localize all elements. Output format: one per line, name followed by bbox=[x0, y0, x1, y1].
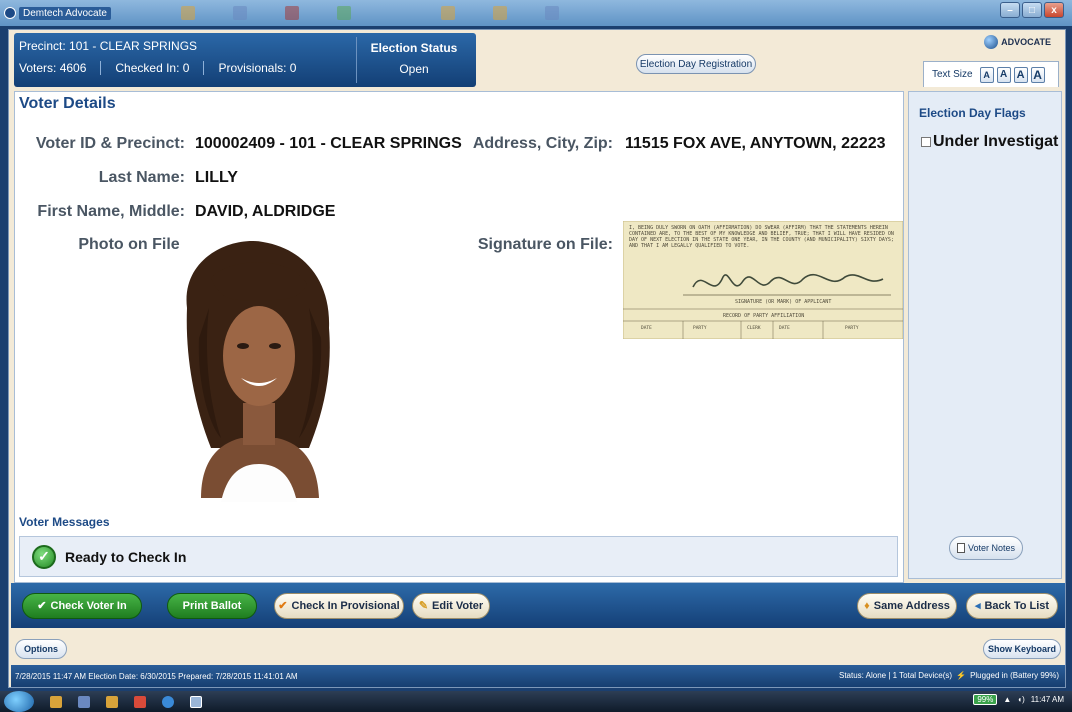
precinct-label: Precinct: 101 - CLEAR SPRINGS bbox=[19, 39, 198, 53]
voter-details-title: Voter Details bbox=[19, 95, 116, 112]
text-size-xlarge-button[interactable]: A bbox=[1030, 66, 1045, 83]
status-power-text: Plugged in (Battery 99%) bbox=[970, 671, 1059, 680]
voter-messages-label: Voter Messages bbox=[19, 515, 110, 529]
network-icon[interactable]: ▲ bbox=[1003, 695, 1011, 704]
signature-caption: SIGNATURE (OR MARK) OF APPLICANT bbox=[735, 299, 831, 305]
provisionals-count: Provisionals: 0 bbox=[218, 61, 297, 75]
election-status-label: Election Status bbox=[370, 41, 458, 55]
taskbar-app-icon[interactable] bbox=[134, 695, 146, 708]
election-day-flags-panel: Election Day Flags Under Investigat Vote… bbox=[908, 91, 1062, 579]
taskbar-app-icon[interactable] bbox=[50, 695, 62, 708]
voter-notes-button[interactable]: Voter Notes bbox=[949, 536, 1023, 560]
first-name-value: DAVID, ALDRIDGE bbox=[195, 203, 336, 220]
blurred-icon bbox=[284, 6, 299, 20]
party-col-header: DATE bbox=[779, 325, 790, 331]
voter-id-label: Voter ID & Precinct: bbox=[35, 135, 185, 152]
blurred-icon bbox=[232, 6, 247, 20]
flag-under-investigation[interactable]: Under Investigat bbox=[921, 133, 1058, 151]
pencil-icon: ✎ bbox=[418, 600, 429, 612]
party-col-header: PARTY bbox=[693, 325, 707, 331]
show-keyboard-button[interactable]: Show Keyboard bbox=[983, 639, 1061, 659]
window-titlebar: Demtech Advocate – □ x bbox=[0, 0, 1072, 26]
voter-message-text: Ready to Check In bbox=[65, 548, 187, 565]
taskbar-app-icon[interactable] bbox=[106, 695, 118, 708]
blurred-icon bbox=[336, 6, 351, 20]
blurred-icon bbox=[180, 6, 195, 20]
first-name-label: First Name, Middle: bbox=[37, 203, 185, 220]
check-voter-in-button[interactable]: ✔ Check Voter In bbox=[22, 592, 142, 619]
action-bar: ✔ Check Voter In Print Ballot ✔ Check In… bbox=[11, 583, 1065, 628]
flag-checkbox[interactable] bbox=[921, 137, 931, 147]
start-button[interactable] bbox=[4, 691, 34, 712]
back-arrow-icon: ◂ bbox=[974, 600, 981, 612]
check-in-provisional-button[interactable]: ✔ Check In Provisional bbox=[274, 592, 404, 619]
address-value: 11515 FOX AVE, ANYTOWN, 22223 bbox=[625, 135, 886, 152]
voter-message-box: ✓ Ready to Check In bbox=[19, 536, 898, 577]
address-label: Address, City, Zip: bbox=[472, 135, 613, 152]
blurred-icon bbox=[492, 6, 507, 20]
election-day-flags-title: Election Day Flags bbox=[919, 106, 1026, 120]
back-to-list-button[interactable]: ◂ Back To List bbox=[966, 592, 1058, 619]
taskbar-app-icon[interactable] bbox=[190, 695, 202, 708]
options-button[interactable]: Options bbox=[15, 639, 67, 659]
globe-icon bbox=[984, 35, 999, 49]
text-size-large-button[interactable]: A bbox=[1013, 66, 1028, 83]
text-size-label: Text Size bbox=[932, 69, 973, 80]
check-circle-icon: ✓ bbox=[32, 544, 56, 569]
minimize-button[interactable]: – bbox=[1000, 2, 1020, 18]
party-record-label: RECORD OF PARTY AFFILIATION bbox=[723, 313, 804, 319]
taskbar-clock[interactable]: 11:47 AM bbox=[1031, 695, 1064, 704]
voter-details-panel: Voter Details Voter ID & Precinct: 10000… bbox=[14, 91, 904, 583]
status-bar: 7/28/2015 11:47 AM Election Date: 6/30/2… bbox=[11, 665, 1065, 687]
taskbar-app-icon[interactable] bbox=[78, 695, 90, 708]
signature-oath-text: I, BEING DULY SWORN ON OATH (AFFIRMATION… bbox=[629, 225, 894, 249]
photo-label: Photo on File: bbox=[78, 236, 185, 253]
browser-icon[interactable] bbox=[162, 695, 174, 708]
checked-in-count: Checked In: 0 bbox=[115, 61, 190, 75]
party-col-header: CLERK bbox=[747, 325, 761, 331]
voter-photo bbox=[181, 238, 336, 502]
close-button[interactable]: x bbox=[1044, 2, 1064, 18]
windows-taskbar: 99% ▲ ◖) 11:47 AM bbox=[0, 691, 1072, 712]
status-left-text: 7/28/2015 11:47 AM Election Date: 6/30/2… bbox=[15, 671, 298, 681]
blurred-icon bbox=[440, 6, 455, 20]
status-device-text: Status: Alone | 1 Total Device(s) bbox=[838, 671, 953, 680]
party-col-header: DATE bbox=[641, 325, 652, 331]
text-size-medium-button[interactable]: A bbox=[996, 66, 1011, 83]
signature-image: I, BEING DULY SWORN ON OATH (AFFIRMATION… bbox=[623, 221, 903, 339]
party-col-header: PARTY bbox=[845, 325, 859, 331]
blurred-icon bbox=[544, 6, 559, 20]
plug-icon: ⚡ bbox=[956, 671, 967, 680]
volume-icon[interactable]: ◖) bbox=[1017, 695, 1025, 704]
window-title: Demtech Advocate bbox=[19, 6, 111, 20]
text-size-small-button[interactable]: A bbox=[979, 66, 994, 83]
text-size-control: Text Size A A A A bbox=[923, 61, 1059, 87]
app-icon bbox=[4, 7, 16, 19]
election-status-value: Open bbox=[399, 62, 429, 76]
signature-label: Signature on File: bbox=[477, 236, 613, 253]
system-tray: 99% ▲ ◖) 11:47 AM bbox=[973, 694, 1064, 705]
advocate-logo: ADVOCATE bbox=[984, 35, 1051, 49]
voters-count: Voters: 4606 bbox=[19, 61, 87, 75]
precinct-header: Precinct: 101 - CLEAR SPRINGS Voters: 46… bbox=[14, 33, 476, 87]
notes-icon bbox=[956, 543, 965, 553]
checkmark-icon: ✔ bbox=[278, 600, 288, 612]
app-window: Precinct: 101 - CLEAR SPRINGS Voters: 46… bbox=[8, 29, 1066, 688]
last-name-label: Last Name: bbox=[98, 169, 185, 186]
checkmark-icon: ✔ bbox=[37, 600, 47, 612]
voter-id-value: 100002409 - 101 - CLEAR SPRINGS bbox=[195, 135, 462, 152]
edit-voter-button[interactable]: ✎ Edit Voter bbox=[412, 592, 490, 619]
options-bar: Options Show Keyboard bbox=[11, 633, 1065, 663]
house-icon: ♦ bbox=[864, 599, 870, 612]
same-address-button[interactable]: ♦ Same Address bbox=[857, 592, 957, 619]
battery-indicator[interactable]: 99% bbox=[973, 694, 998, 705]
election-day-registration-button[interactable]: Election Day Registration bbox=[636, 54, 756, 74]
last-name-value: LILLY bbox=[195, 169, 238, 186]
print-ballot-button[interactable]: Print Ballot bbox=[167, 592, 257, 619]
maximize-button[interactable]: □ bbox=[1022, 2, 1042, 18]
